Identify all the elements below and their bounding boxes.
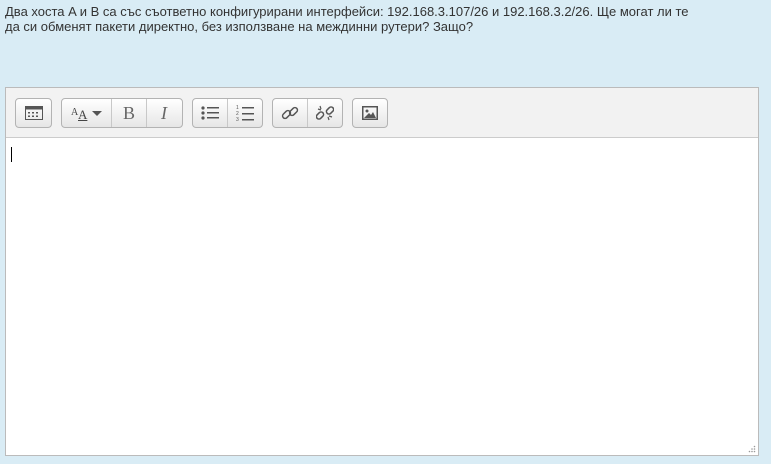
svg-text:3: 3 bbox=[236, 117, 239, 122]
image-icon bbox=[362, 106, 378, 120]
bullet-list-icon bbox=[201, 106, 219, 120]
editor-content-area[interactable] bbox=[6, 139, 758, 455]
toolbar-group-lists: 1 2 3 bbox=[192, 98, 263, 128]
bold-button[interactable]: B bbox=[112, 99, 147, 127]
italic-icon: I bbox=[160, 104, 168, 122]
show-more-buttons-button[interactable] bbox=[16, 99, 51, 127]
numbered-list-icon: 1 2 3 bbox=[236, 105, 254, 122]
unlink-button[interactable] bbox=[308, 99, 342, 127]
link-icon bbox=[281, 106, 299, 120]
rich-text-editor: A A B I 1 2 3 bbox=[5, 87, 759, 456]
svg-text:I: I bbox=[160, 104, 168, 122]
bold-icon: B bbox=[123, 104, 135, 122]
unlink-icon bbox=[316, 105, 334, 121]
toolbar-group-style: A A B I bbox=[61, 98, 183, 128]
toolbar-group-media bbox=[352, 98, 388, 128]
editor-toolbar: A A B I 1 2 3 bbox=[6, 88, 758, 138]
ordered-list-button[interactable]: 1 2 3 bbox=[228, 99, 262, 127]
italic-button[interactable]: I bbox=[147, 99, 182, 127]
toolbar-toggle-icon bbox=[24, 106, 43, 120]
question-text: Два хоста A и B са със съответно конфигу… bbox=[5, 4, 689, 34]
link-button[interactable] bbox=[273, 99, 308, 127]
image-button[interactable] bbox=[353, 99, 387, 127]
svg-text:B: B bbox=[123, 104, 135, 122]
font-style-button[interactable]: A A bbox=[62, 99, 112, 127]
toolbar-group-links bbox=[272, 98, 343, 128]
svg-text:A: A bbox=[78, 107, 88, 121]
unordered-list-button[interactable] bbox=[193, 99, 228, 127]
resize-handle-icon[interactable] bbox=[748, 445, 756, 453]
text-style-icon: A A bbox=[71, 107, 102, 121]
text-caret bbox=[11, 147, 12, 162]
toolbar-group-collapse bbox=[15, 98, 52, 128]
